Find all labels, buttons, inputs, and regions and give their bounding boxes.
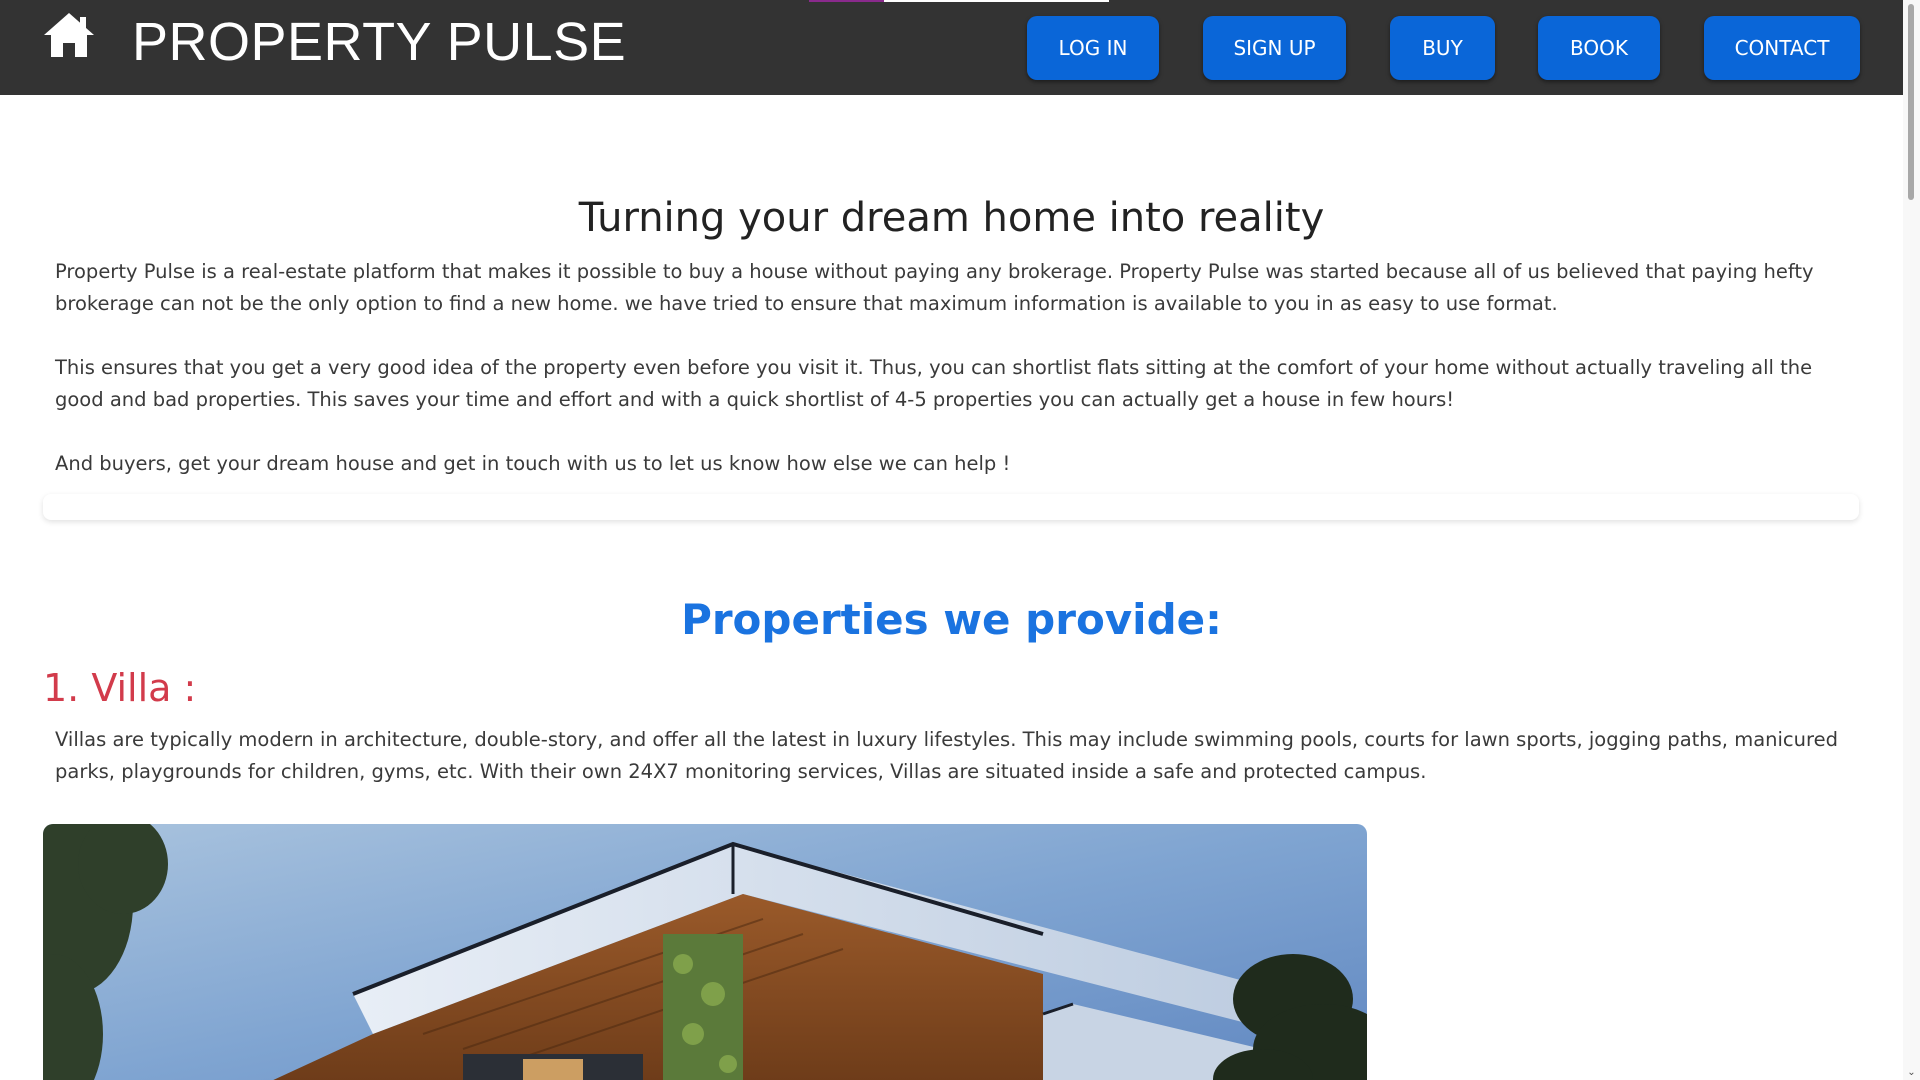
- book-button[interactable]: BOOK: [1538, 16, 1660, 80]
- properties-title: Properties we provide:: [681, 595, 1222, 644]
- villa-image: [43, 824, 1367, 1080]
- scroll-down-arrow-icon[interactable]: ⌄: [1903, 1066, 1920, 1080]
- page: PROPERTY PULSE LOG IN SIGN UP BUY BOOK C…: [0, 0, 1920, 1080]
- signup-button[interactable]: SIGN UP: [1203, 16, 1346, 80]
- vertical-scrollbar[interactable]: ⌄: [1903, 0, 1920, 1080]
- about-card-divider: [43, 494, 1859, 520]
- scrollbar-thumb[interactable]: [1908, 4, 1914, 200]
- villa-description: Villas are typically modern in architect…: [55, 728, 1838, 783]
- about-title: Turning your dream home into reality: [578, 195, 1325, 241]
- about-paragraph-1: Property Pulse is a real-estate platform…: [55, 260, 1814, 315]
- villa-title: 1. Villa :: [43, 666, 197, 710]
- brand-title[interactable]: PROPERTY PULSE: [132, 8, 626, 76]
- scroll-progress-bar: [809, 0, 1109, 2]
- villa-illustration: [43, 824, 1367, 1080]
- navbar: PROPERTY PULSE LOG IN SIGN UP BUY BOOK C…: [0, 0, 1903, 95]
- about-paragraph-3: And buyers, get your dream house and get…: [55, 452, 1011, 475]
- scroll-progress-fill: [809, 0, 884, 2]
- login-button[interactable]: LOG IN: [1027, 16, 1159, 80]
- about-paragraph-2: This ensures that you get a very good id…: [55, 356, 1813, 411]
- contact-button[interactable]: CONTACT: [1704, 16, 1860, 80]
- home-icon[interactable]: [42, 11, 96, 59]
- buy-button[interactable]: BUY: [1390, 16, 1495, 80]
